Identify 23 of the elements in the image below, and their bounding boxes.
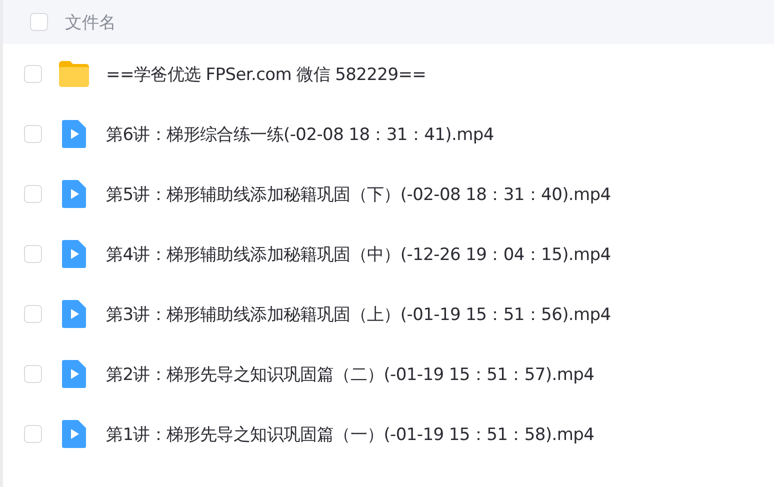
file-name[interactable]: 第6讲：梯形综合练一练(-02-08 18：31：41).mp4 [106,122,494,146]
file-name[interactable]: 第5讲：梯形辅助线添加秘籍巩固（下）(-02-08 18：31：40).mp4 [106,182,611,206]
video-file-icon [62,420,86,448]
folder-icon [59,61,89,87]
checkbox[interactable] [24,305,42,323]
video-file-icon [62,300,86,328]
checkbox[interactable] [24,125,42,143]
video-file-icon [62,180,86,208]
checkbox[interactable] [24,245,42,263]
file-name[interactable]: 第3讲：梯形辅助线添加秘籍巩固（上）(-01-19 15：51：56).mp4 [106,302,611,326]
checkbox[interactable] [24,65,42,83]
file-name[interactable]: ==学爸优选 FPSer.com 微信 582229== [106,62,426,86]
video-file-icon [62,120,86,148]
checkbox[interactable] [24,365,42,383]
video-file-icon [62,240,86,268]
checkbox[interactable] [24,425,42,443]
column-title: 文件名 [65,12,116,34]
checkbox[interactable] [24,185,42,203]
file-name[interactable]: 第1讲：梯形先导之知识巩固篇（一）(-01-19 15：51：58).mp4 [106,422,594,446]
checkbox[interactable] [30,13,48,31]
file-name[interactable]: 第2讲：梯形先导之知识巩固篇（二）(-01-19 15：51：57).mp4 [106,362,594,386]
video-file-icon [62,360,86,388]
file-name[interactable]: 第4讲：梯形辅助线添加秘籍巩固（中）(-12-26 19：04：15).mp4 [106,242,611,266]
